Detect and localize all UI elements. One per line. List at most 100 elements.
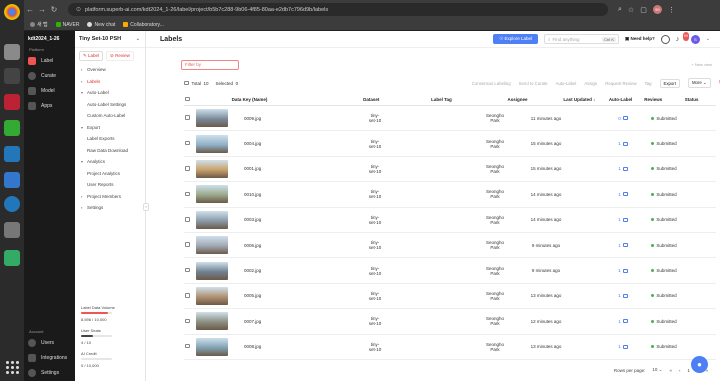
browser-profile-avatar[interactable]: 99 <box>652 5 662 14</box>
col-data-key[interactable]: Data Key (Name) <box>195 97 304 102</box>
reviews-badge[interactable]: 1 <box>618 319 628 324</box>
col-assignee[interactable]: Assignee <box>474 97 541 102</box>
table-row[interactable]: 0002.jpg tiny-set-10 Seongho Park 9 minutes… <box>184 258 716 284</box>
url-field[interactable]: ⊙ platform.superb-ai.com/kdt2024_1-26/la… <box>68 3 608 16</box>
disk-icon[interactable] <box>4 222 20 238</box>
zoom-icon[interactable]: ⌕ <box>618 6 622 14</box>
sidebar-collapse-icon[interactable]: ‹ <box>143 203 149 211</box>
request-review-button[interactable]: Request Review <box>605 81 636 86</box>
bookmark-item[interactable]: Collaboratory... <box>123 22 164 28</box>
reviews-badge[interactable]: 1 <box>618 217 628 222</box>
workspace-name[interactable]: kdt2024_1-26 <box>28 36 59 42</box>
project-menu-item[interactable]: Auto-Label Settings <box>75 99 145 111</box>
project-menu-item[interactable]: User Reports <box>75 179 145 191</box>
bookmark-star-icon[interactable]: ☆ <box>628 6 634 14</box>
bookmark-item[interactable]: NAVER <box>55 22 79 28</box>
table-row[interactable]: 0001.jpg tiny-set-10 Seongho Park 15 minute… <box>184 157 716 183</box>
terminal-icon[interactable] <box>4 68 20 84</box>
col-dataset[interactable]: Dataset <box>304 97 409 102</box>
col-auto-label[interactable]: Auto-Label <box>602 97 639 102</box>
forward-icon[interactable]: → <box>36 5 48 14</box>
row-checkbox[interactable] <box>185 191 190 197</box>
image-thumbnail[interactable] <box>196 159 228 178</box>
more-button[interactable]: More ⌄ <box>687 78 711 88</box>
search-input[interactable]: ⌕ Find anything Ctrl K <box>544 34 620 44</box>
nav-item-label[interactable]: Label <box>28 56 72 66</box>
data-key[interactable]: 0008.jpg <box>232 344 312 349</box>
help-icon[interactable] <box>4 196 20 212</box>
reviews-badge[interactable]: 1 <box>618 344 628 349</box>
tab-label[interactable]: ✎ Label <box>79 51 104 61</box>
col-label-tag[interactable]: Label Tag <box>409 97 475 102</box>
bookmark-item[interactable]: 새 탭 <box>30 21 48 28</box>
nav-item-users[interactable]: Users <box>28 338 72 348</box>
table-row[interactable]: 0006.jpg tiny-set-10 Seongho Park 9 minutes… <box>184 233 716 259</box>
show-apps-icon[interactable] <box>4 359 20 375</box>
reviews-badge[interactable]: 1 <box>618 243 628 248</box>
prev-page-icon[interactable]: ‹ <box>679 368 681 373</box>
image-thumbnail[interactable] <box>196 236 228 255</box>
reviews-badge[interactable]: 0 <box>618 116 628 121</box>
table-row[interactable]: 0010.jpg tiny-set-10 Seongho Park 14 minute… <box>184 182 716 208</box>
filter-input[interactable]: Filter by <box>181 60 239 70</box>
data-key[interactable]: 0005.jpg <box>232 293 312 298</box>
table-row[interactable]: 0004.jpg tiny-set-10 Seongho Park 15 minute… <box>184 131 716 157</box>
image-thumbnail[interactable] <box>196 185 228 204</box>
image-thumbnail[interactable] <box>196 134 228 153</box>
table-row[interactable]: 0008.jpg tiny-set-10 Seongho Park 13 minute… <box>184 335 716 360</box>
table-row[interactable]: 0005.jpg tiny-set-10 Seongho Park 13 minute… <box>184 284 716 310</box>
row-checkbox[interactable] <box>185 115 190 120</box>
col-status[interactable]: Status <box>667 97 716 102</box>
send-to-curate-button[interactable]: Send to Curate <box>519 81 548 86</box>
row-checkbox[interactable] <box>185 318 190 324</box>
theme-toggle-icon[interactable] <box>660 34 670 44</box>
project-menu-item[interactable]: ▪ Labels <box>75 76 145 88</box>
project-menu-item[interactable]: ▾ Export <box>75 122 145 134</box>
data-key[interactable]: 0006.jpg <box>232 243 312 248</box>
nav-item-model[interactable]: Model <box>28 86 72 96</box>
project-menu-item[interactable]: ▪ Project Members <box>75 191 145 203</box>
data-key[interactable]: 0003.jpg <box>232 217 312 222</box>
row-checkbox[interactable] <box>185 140 190 146</box>
data-key[interactable]: 0002.jpg <box>232 268 312 273</box>
account-chevron-icon[interactable]: ⌄ <box>706 36 710 42</box>
first-page-icon[interactable]: « <box>669 368 672 373</box>
reviews-badge[interactable]: 1 <box>618 293 628 298</box>
tag-button[interactable]: Tag <box>645 81 652 86</box>
user-avatar[interactable]: S <box>690 34 700 44</box>
bookmark-item[interactable]: New chat <box>87 22 115 28</box>
reviews-badge[interactable]: 1 <box>618 192 628 197</box>
nav-item-apps[interactable]: Apps <box>28 101 72 111</box>
writer-icon[interactable] <box>4 146 20 162</box>
select-all-checkbox[interactable] <box>184 80 189 86</box>
files-icon[interactable] <box>4 44 20 60</box>
image-thumbnail[interactable] <box>196 210 228 229</box>
data-key[interactable]: 0007.jpg <box>232 319 312 324</box>
image-thumbnail[interactable] <box>196 261 228 280</box>
support-chat-icon[interactable]: ● <box>691 356 708 373</box>
image-thumbnail[interactable] <box>196 286 228 305</box>
data-key[interactable]: 0009.jpg <box>232 116 312 121</box>
project-menu-item[interactable]: ▾ Analytics <box>75 156 145 168</box>
explore-label-button[interactable]: ☉ Explore Label <box>493 34 539 44</box>
nav-item-curate[interactable]: Curate <box>28 71 72 81</box>
table-row[interactable]: 0003.jpg tiny-set-10 Seongho Park 14 minute… <box>184 208 716 233</box>
image-thumbnail[interactable] <box>196 337 228 356</box>
editor-icon[interactable] <box>4 172 20 188</box>
auto-label-button[interactable]: Auto-Label <box>556 81 577 86</box>
export-button[interactable]: Export <box>659 78 680 88</box>
project-menu-item[interactable]: Label Exports <box>75 133 145 145</box>
site-info-icon[interactable]: ⊙ <box>76 6 81 13</box>
presentation-icon[interactable] <box>4 94 20 110</box>
project-menu-item[interactable]: Raw Data Download <box>75 145 145 157</box>
rows-per-page-select[interactable]: 10 ⌄ <box>652 367 662 373</box>
assign-button[interactable]: Assign <box>584 81 597 86</box>
calc-icon[interactable] <box>4 120 20 136</box>
project-menu-item[interactable]: ▪ Settings <box>75 202 145 214</box>
table-row[interactable]: 0009.jpg tiny-set-10 Seongho Park 11 minute… <box>184 106 716 132</box>
consensus-labeling-button[interactable]: Consensus Labeling <box>472 81 511 86</box>
need-help-button[interactable]: ▣ Need help? <box>625 36 655 42</box>
row-checkbox[interactable] <box>185 242 190 247</box>
project-menu-item[interactable]: Custom Auto-Label <box>75 110 145 122</box>
data-key[interactable]: 0001.jpg <box>232 166 312 171</box>
